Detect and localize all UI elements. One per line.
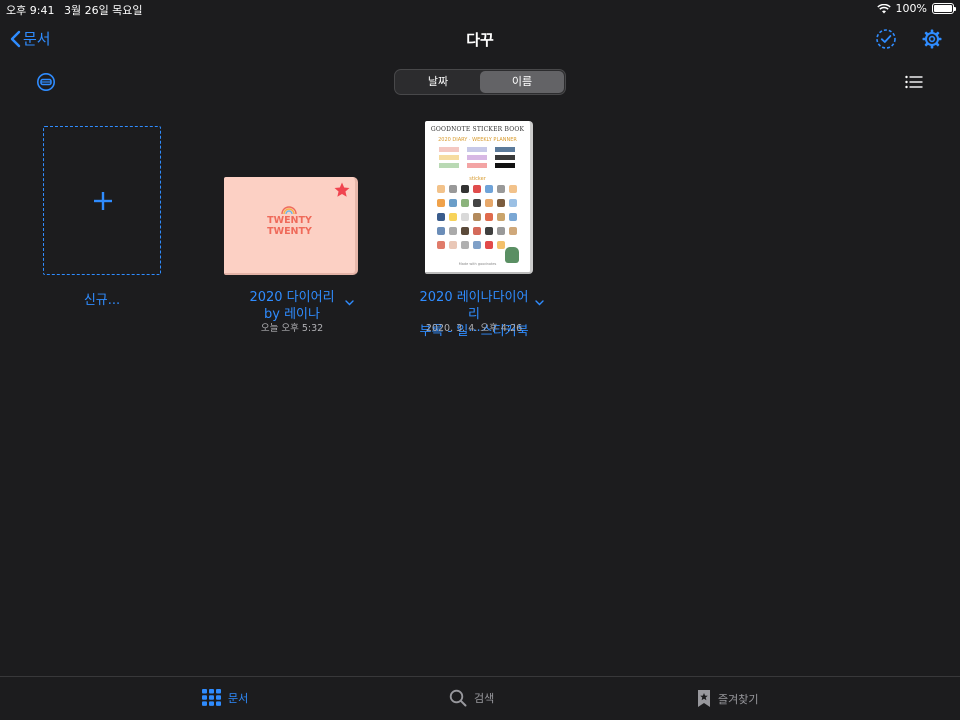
document-title-line1: 2020 레이나다이어리 <box>419 290 529 322</box>
document-title-line1: 2020 다이어리 <box>249 290 335 305</box>
status-right: 100% <box>876 2 956 15</box>
battery-icon <box>932 3 956 14</box>
tab-search-label: 검색 <box>474 692 495 705</box>
bookmark-star-icon <box>698 690 710 707</box>
sticker-cover-footer: Made with goodnotes <box>458 262 497 266</box>
cover-text: TWENTY TWENTY <box>224 215 355 237</box>
new-document-label[interactable]: 신규... <box>43 289 161 308</box>
plus-icon <box>94 192 112 210</box>
frog-sticker <box>505 247 519 263</box>
check-circle-icon <box>876 29 896 49</box>
tab-documents[interactable]: 문서 <box>202 689 248 706</box>
sticker-cover-title: GOODNOTE STICKER BOOK <box>430 126 525 133</box>
document-cover-diary[interactable]: TWENTY TWENTY <box>224 177 358 275</box>
list-view-button[interactable] <box>902 70 926 94</box>
nav-actions <box>874 27 944 51</box>
status-bar: 오후 9:41 3월 26일 목요일 100% <box>0 0 960 18</box>
status-date: 3월 26일 목요일 <box>63 4 143 17</box>
page-title: 다꾸 <box>466 31 494 49</box>
rainbow-icon <box>281 206 297 214</box>
settings-button[interactable] <box>920 27 944 51</box>
cover-text-line2: TWENTY <box>267 226 312 237</box>
swatch-row <box>439 163 515 168</box>
chevron-down-icon[interactable] <box>345 300 354 306</box>
select-button[interactable] <box>874 27 898 51</box>
list-icon <box>905 75 923 89</box>
tab-favorites-label: 즐겨찾기 <box>718 692 759 706</box>
document-title-diary[interactable]: 2020 다이어리 by 레이나 <box>238 289 346 323</box>
sticker-cover-section: sticker <box>469 176 486 182</box>
wifi-icon <box>876 3 891 13</box>
swatch-row <box>439 155 515 160</box>
status-time: 오후 9:41 <box>6 4 55 17</box>
cover-text-line1: TWENTY <box>267 215 312 226</box>
toolbar: 날짜 이름 <box>0 66 960 98</box>
sticker-cover-subtitle: 2020 DIARY · WEEKLY PLANNER <box>438 137 517 143</box>
search-icon <box>449 689 467 707</box>
sort-by-date[interactable]: 날짜 <box>396 71 480 93</box>
gear-icon <box>922 29 942 49</box>
tab-documents-label: 문서 <box>228 691 249 705</box>
new-document-button[interactable] <box>43 126 161 275</box>
tab-search[interactable]: 검색 <box>449 689 494 707</box>
folder-badge-icon <box>37 73 55 91</box>
tab-favorites[interactable]: 즐겨찾기 <box>697 689 758 708</box>
status-left: 오후 9:41 3월 26일 목요일 <box>6 2 149 18</box>
grid-icon <box>202 689 221 706</box>
document-date-diary: 오늘 오후 5:32 <box>260 323 324 334</box>
chevron-down-icon[interactable] <box>535 300 544 306</box>
document-date-stickerbook: 2020. 3. 4. 오후 4:26 <box>425 323 523 334</box>
nav-bar: 문서 다꾸 <box>0 18 960 62</box>
swatch-row <box>439 147 515 152</box>
battery-percent: 100% <box>895 2 927 15</box>
document-grid: 신규... TWENTY TWENTY 2020 다이어리 by 레이나 오늘 … <box>0 110 960 350</box>
folder-info-button[interactable] <box>34 70 58 94</box>
sort-by-name[interactable]: 이름 <box>480 71 564 93</box>
tab-bar: 문서 검색 즐겨찾기 <box>0 676 960 720</box>
favorite-star-icon[interactable] <box>333 181 351 199</box>
sort-segmented-control: 날짜 이름 <box>394 69 566 95</box>
document-cover-stickerbook[interactable]: GOODNOTE STICKER BOOK 2020 DIARY · WEEKL… <box>425 121 533 274</box>
sticker-grid <box>437 185 519 249</box>
